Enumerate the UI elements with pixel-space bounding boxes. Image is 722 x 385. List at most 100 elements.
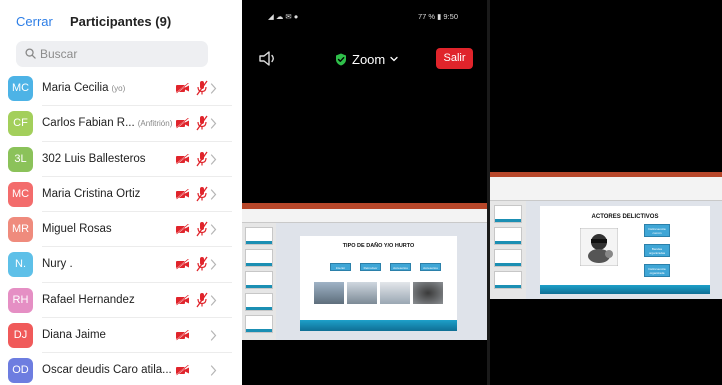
slide-box: Bandas organizadas [644,244,670,257]
slide-thumbnail [494,249,522,267]
participants-header: Cerrar Participantes (9) [0,0,240,40]
participants-panel: Cerrar Participantes (9) MC Maria Cecilia… [0,0,240,385]
video-off-icon [175,330,189,342]
participant-row[interactable]: MC Maria Cristina Ortiz [0,177,240,213]
participant-name: Oscar deudis Caro atila... [42,364,172,377]
slide-photo [347,282,377,304]
current-slide: ACTORES DELICTIVOS Delincuencia común Ba… [540,206,710,294]
participant-name: Miguel Rosas [42,223,112,236]
status-icons: ◢ ☁ ✉ ● [268,12,299,21]
avatar: CF [8,111,33,137]
participant-row[interactable]: CF Carlos Fabian R... (Anfitrión) [0,106,240,142]
mic-muted-icon [196,257,208,272]
chevron-right-icon [210,118,217,129]
avatar: DJ [8,323,33,349]
chevron-down-icon [390,56,398,62]
participant-row[interactable]: MR Miguel Rosas [0,212,240,248]
right-view: ACTORES DELICTIVOS Delincuencia común Ba… [490,0,722,385]
close-button[interactable]: Cerrar [16,14,53,29]
search-box[interactable] [16,41,208,67]
shield-icon [336,53,346,65]
shared-screen[interactable]: TIPO DE DAÑO Y/O HURTO Interior Retrovis… [242,203,487,340]
slide-thumbnail [245,293,273,311]
slide-thumbnail [245,249,273,267]
slide-box: Accesorios [420,263,441,271]
participant-row[interactable]: OD Oscar deudis Caro atila... [0,353,240,385]
video-off-icon [175,365,189,377]
slide-footer-band [300,320,457,331]
chevron-right-icon [210,224,217,235]
participant-name: Maria Cristina Ortiz [42,187,141,200]
chevron-right-icon [210,153,217,165]
chevron-right-icon [210,295,217,306]
participant-name: Maria Cecilia [42,82,109,94]
slide-thumbnail [245,271,273,289]
slide-box: Delincuencia común [644,224,670,237]
status-battery-time: 77 % ▮ 9:50 [418,12,458,21]
video-off-icon [175,118,189,130]
thief-illustration [580,228,618,266]
slide-thumbnail [494,205,522,223]
participant-name: Nury . [42,258,73,271]
video-off-icon [175,259,189,271]
avatar: 3L [8,146,33,172]
participant-row[interactable]: 3L 302 Luis Ballesteros [0,142,240,178]
slide-thumbnail [494,271,522,289]
avatar: MR [8,217,33,243]
mic-muted-icon [196,221,208,237]
slide-box: Retrovisor [360,263,381,271]
slide-photo [314,282,344,304]
participant-row[interactable]: MC Maria Cecilia (yo) [0,71,240,107]
video-off-icon [175,188,189,200]
participant-name-container: Oscar deudis Caro atila... [42,364,172,376]
slide-thumbnail [245,227,273,245]
meeting-label: Zoom [352,51,386,67]
status-bar: ◢ ☁ ✉ ● 77 % ▮ 9:50 [242,10,487,24]
phone-screen: ◢ ☁ ✉ ● 77 % ▮ 9:50 Zoom Salir TIPO DE D… [242,0,487,385]
avatar: N. [8,252,33,278]
participant-name-container: Rafael Hernandez [42,294,135,306]
participant-name-container: Maria Cecilia (yo) [42,82,125,94]
ppt-ribbon [490,177,722,201]
avatar: MC [8,181,33,207]
participant-name: Carlos Fabian R... [42,117,135,130]
participant-row[interactable]: DJ Diana Jaime [0,318,240,354]
exit-button[interactable]: Salir [436,48,473,69]
participant-row[interactable]: N. Nury . [0,247,240,284]
slide-title: ACTORES DELICTIVOS [591,214,659,220]
ppt-slide-thumbnails [490,201,526,299]
participant-row[interactable]: RH Rafael Hernandez [0,283,240,319]
slide-box: Accesorios [390,263,411,271]
slide-title: TIPO DE DAÑO Y/O HURTO [342,243,415,249]
participant-name: Rafael Hernandez [42,293,135,306]
chevron-right-icon [210,83,217,94]
participant-name: Diana Jaime [42,329,106,342]
search-icon [25,48,36,59]
meeting-info-button[interactable]: Zoom [335,50,398,68]
slide-thumbnail [494,227,522,245]
participant-role-tag: (yo) [111,84,126,93]
slide-photo [413,282,443,304]
participant-role-tag: (Anfitrión) [137,119,173,129]
search-input[interactable] [40,45,200,63]
participant-name-container: Miguel Rosas [42,223,112,235]
participant-name-container: 302 Luis Ballesteros [42,153,146,165]
participant-name-container: Nury . [42,258,73,270]
participant-list: MC Maria Cecilia (yo) CF Carlos Fabian R...(… [0,71,240,385]
shared-screen-right[interactable]: ACTORES DELICTIVOS Delincuencia común Ba… [490,172,722,299]
mic-muted-icon [196,151,208,166]
participant-name-container: Diana Jaime [42,329,106,341]
chevron-right-icon [210,189,217,200]
ppt-ribbon [242,209,487,223]
chevron-right-icon [210,365,217,376]
slide-thumbnail [245,315,273,333]
video-off-icon [175,83,189,94]
speaker-icon[interactable] [258,50,278,67]
mic-muted-icon [196,115,208,131]
video-off-icon [175,224,189,236]
participant-name: 302 Luis Ballesteros [42,152,146,165]
avatar: RH [8,287,33,313]
mic-muted-icon [196,80,208,96]
current-slide: TIPO DE DAÑO Y/O HURTO Interior Retrovis… [300,236,457,331]
slide-photo [380,282,410,304]
